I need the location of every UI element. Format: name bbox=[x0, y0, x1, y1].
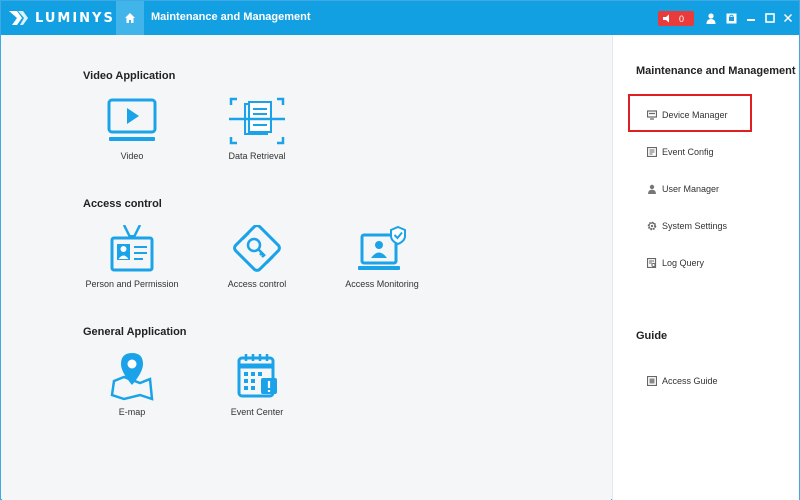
logo-mark-icon bbox=[9, 11, 28, 25]
brand-logo: LUMINYS bbox=[9, 9, 115, 27]
log-query-icon bbox=[647, 258, 657, 268]
app-label-event-center: Event Center bbox=[230, 407, 284, 417]
data-retrieval-icon bbox=[229, 97, 285, 145]
menu-label-system-settings: System Settings bbox=[662, 221, 728, 231]
app-video[interactable]: Video bbox=[72, 97, 192, 161]
menu-item-access-guide[interactable]: Access Guide bbox=[647, 373, 718, 389]
alarm-count: 0 bbox=[679, 13, 685, 24]
minimize-button[interactable] bbox=[744, 11, 758, 25]
user-icon bbox=[706, 12, 716, 24]
event-config-icon bbox=[647, 147, 657, 157]
access-monitoring-icon bbox=[358, 225, 406, 270]
home-icon bbox=[125, 13, 135, 23]
lock-icon bbox=[726, 13, 736, 23]
app-event-center[interactable]: Event Center bbox=[197, 353, 317, 417]
maximize-button[interactable] bbox=[763, 11, 777, 25]
app-label-video: Video bbox=[120, 151, 144, 161]
app-label-person-and-permission: Person and Permission bbox=[85, 279, 179, 289]
app-label-data-retrieval: Data Retrieval bbox=[228, 151, 286, 161]
title-bar: LUMINYS Maintenance and Management 0 bbox=[1, 1, 799, 35]
brand-name: LUMINYS bbox=[35, 10, 115, 26]
event-calendar-icon bbox=[237, 354, 277, 398]
app-access-monitoring[interactable]: Access Monitoring bbox=[322, 225, 442, 289]
app-data-retrieval[interactable]: Data Retrieval bbox=[197, 97, 317, 161]
person-card-icon bbox=[110, 225, 154, 272]
app-access-control[interactable]: Access control bbox=[197, 225, 317, 289]
section-title-video: Video Application bbox=[83, 70, 176, 82]
minimize-icon bbox=[747, 19, 755, 21]
menu-label-user-manager: User Manager bbox=[662, 184, 720, 194]
app-person-and-permission[interactable]: Person and Permission bbox=[72, 225, 192, 289]
main-area: Video Application Video Data Retrieval A… bbox=[2, 35, 611, 500]
user-button[interactable] bbox=[704, 11, 718, 25]
menu-label-access-guide: Access Guide bbox=[662, 376, 718, 386]
menu-item-log-query[interactable]: Log Query bbox=[647, 255, 704, 271]
guide-icon bbox=[647, 376, 657, 386]
close-icon bbox=[783, 13, 793, 23]
menu-item-system-settings[interactable]: System Settings bbox=[647, 218, 727, 234]
app-label-access-control: Access control bbox=[227, 279, 287, 289]
user-manager-icon bbox=[648, 184, 656, 194]
app-label-e-map: E-map bbox=[118, 407, 146, 417]
maximize-icon bbox=[765, 13, 775, 23]
alarm-icon bbox=[663, 14, 669, 23]
home-tab[interactable] bbox=[116, 1, 144, 35]
alarm-button[interactable]: 0 bbox=[658, 11, 694, 26]
active-tab-title[interactable]: Maintenance and Management bbox=[151, 11, 311, 23]
lock-button[interactable] bbox=[724, 11, 738, 25]
app-label-access-monitoring: Access Monitoring bbox=[345, 279, 419, 289]
maintenance-title: Maintenance and Management bbox=[636, 65, 796, 77]
section-title-access: Access control bbox=[83, 198, 162, 210]
section-title-general: General Application bbox=[83, 326, 187, 338]
menu-item-event-config[interactable]: Event Config bbox=[647, 144, 714, 160]
device-manager-highlight bbox=[628, 94, 752, 132]
access-card-icon bbox=[233, 225, 281, 272]
menu-item-user-manager[interactable]: User Manager bbox=[647, 181, 719, 197]
app-e-map[interactable]: E-map bbox=[72, 353, 192, 417]
map-pin-icon bbox=[110, 353, 154, 401]
app-window: LUMINYS Maintenance and Management 0 Vid… bbox=[0, 0, 800, 500]
close-button[interactable] bbox=[781, 11, 795, 25]
gear-icon bbox=[647, 221, 657, 231]
video-icon bbox=[107, 98, 157, 141]
menu-label-log-query: Log Query bbox=[662, 258, 705, 268]
guide-title: Guide bbox=[636, 330, 668, 342]
menu-label-event-config: Event Config bbox=[662, 147, 714, 157]
